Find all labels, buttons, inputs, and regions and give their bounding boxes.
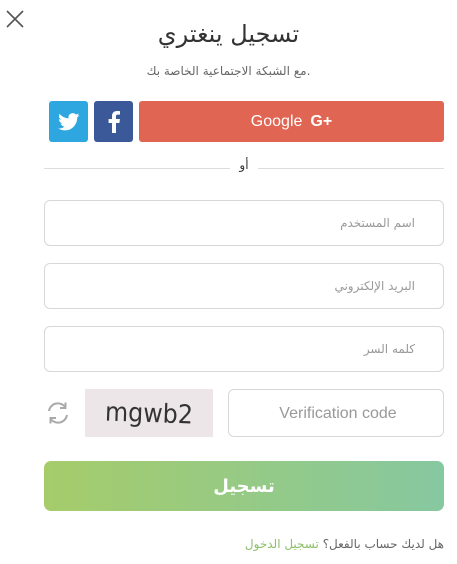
login-question: هل لديك حساب بالفعل؟	[322, 537, 444, 551]
verification-code-input[interactable]	[229, 390, 447, 438]
register-button[interactable]: تسجيل	[44, 461, 444, 511]
twitter-bird-icon	[57, 112, 79, 130]
verification-code-field[interactable]	[228, 389, 447, 438]
captcha-image[interactable]: mgwb2	[85, 389, 213, 437]
google-label: Google	[250, 112, 303, 130]
facebook-f-icon	[108, 110, 120, 133]
captcha-text: mgwb2	[104, 397, 193, 430]
password-input[interactable]	[45, 327, 443, 371]
page-title: تسجيل ينغتري	[157, 20, 300, 48]
google-plus-icon: G+	[310, 112, 333, 130]
divider-or-label: أو	[239, 158, 249, 172]
email-field[interactable]	[44, 263, 444, 309]
divider-right	[258, 168, 444, 169]
username-input[interactable]	[45, 201, 443, 245]
refresh-icon[interactable]	[44, 399, 72, 427]
login-prompt: هل لديك حساب بالفعل؟ تسجيل الدخول	[245, 537, 444, 551]
login-link[interactable]: تسجيل الدخول	[245, 537, 319, 551]
twitter-login-button[interactable]	[49, 101, 88, 142]
divider-left	[44, 168, 230, 169]
password-field[interactable]	[44, 326, 444, 372]
facebook-login-button[interactable]	[94, 101, 133, 142]
google-plus-login-button[interactable]: Google G+	[139, 101, 444, 142]
email-input[interactable]	[45, 264, 443, 308]
page-subtitle: مع الشبكة الاجتماعية الخاصة بك.	[146, 64, 311, 78]
username-field[interactable]	[44, 200, 444, 246]
